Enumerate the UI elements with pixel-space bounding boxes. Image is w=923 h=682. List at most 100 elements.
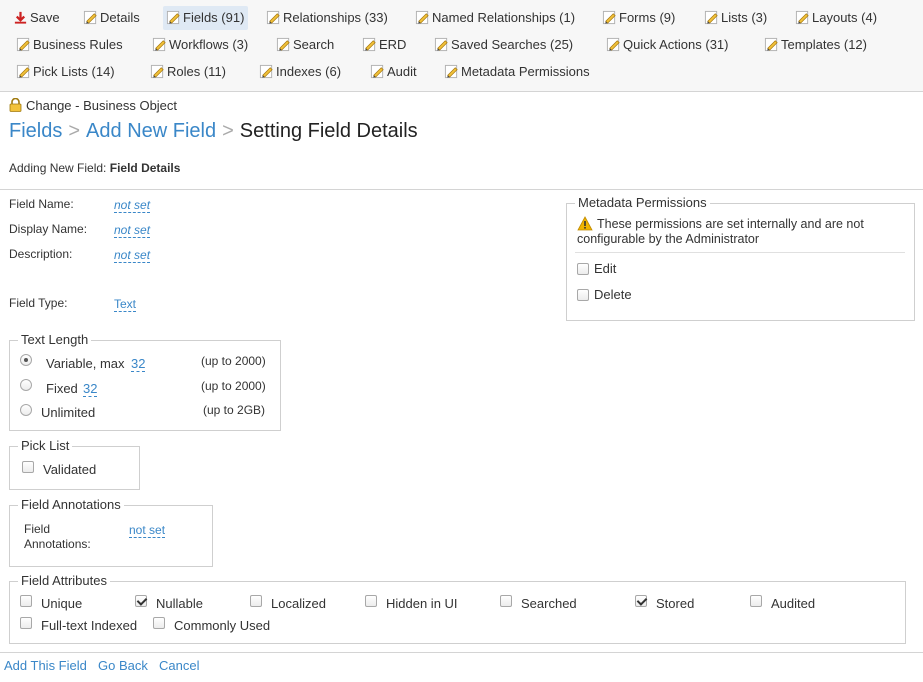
- metadata-permissions-tab[interactable]: Metadata Permissions: [441, 60, 594, 84]
- search-tab[interactable]: Search: [273, 33, 338, 57]
- variable-label: Variable, max: [46, 356, 125, 371]
- quick-actions-tab[interactable]: Quick Actions (31): [603, 33, 733, 57]
- breadcrumb-fields[interactable]: Fields: [9, 120, 62, 142]
- full-text-indexed-label: Full-text Indexed: [41, 618, 138, 633]
- full-text-indexed-checkbox[interactable]: [20, 617, 32, 629]
- workflows-label: Workflows (3): [169, 37, 249, 52]
- save-label: Save: [30, 10, 60, 25]
- pencil-icon: [444, 64, 459, 79]
- save-button[interactable]: Save: [10, 6, 64, 30]
- fields-tab[interactable]: Fields (91): [163, 6, 249, 30]
- field-name-value[interactable]: not set: [114, 198, 151, 213]
- roles-tab[interactable]: Roles (11): [147, 60, 230, 84]
- searched-checkbox[interactable]: [500, 595, 512, 607]
- templates-label: Templates (12): [781, 37, 867, 52]
- field-attributes-group: Field Attributes: [9, 573, 906, 644]
- pencil-icon: [370, 64, 385, 79]
- breadcrumb-separator: >: [222, 120, 234, 142]
- cancel-link[interactable]: Cancel: [159, 658, 199, 673]
- edit-permission-label: Edit: [594, 261, 617, 276]
- pencil-icon: [152, 37, 167, 52]
- templates-tab[interactable]: Templates (12): [761, 33, 871, 57]
- quick-actions-label: Quick Actions (31): [623, 37, 729, 52]
- variable-max-value[interactable]: 32: [131, 357, 146, 372]
- description-label: Description:: [9, 247, 73, 261]
- display-name-value[interactable]: not set: [114, 223, 151, 238]
- variable-hint: (up to 2000): [201, 354, 266, 368]
- field-annotations-group: Field Annotations: [9, 497, 213, 567]
- commonly-used-checkbox[interactable]: [153, 617, 165, 629]
- unlimited-radio[interactable]: [20, 404, 32, 416]
- pencil-icon: [434, 37, 449, 52]
- breadcrumb: Fields > Add New Field > Setting Field Detai…: [9, 118, 418, 144]
- fixed-radio[interactable]: [20, 379, 32, 391]
- object-label: Change - Business Object: [9, 98, 177, 113]
- saved-searches-tab[interactable]: Saved Searches (25): [431, 33, 577, 57]
- divider: [0, 189, 923, 190]
- stored-checkbox[interactable]: [635, 595, 647, 607]
- unique-checkbox[interactable]: [20, 595, 32, 607]
- lists-tab[interactable]: Lists (3): [701, 6, 771, 30]
- metadata-permissions-label: Metadata Permissions: [461, 64, 590, 79]
- metadata-divider: [575, 252, 905, 253]
- breadcrumb-current: Setting Field Details: [239, 120, 418, 142]
- edit-permission-checkbox[interactable]: [577, 263, 589, 275]
- nullable-checkbox[interactable]: [135, 595, 147, 607]
- field-type-value[interactable]: Text: [114, 297, 137, 312]
- pencil-icon: [276, 37, 291, 52]
- variable-radio[interactable]: [20, 354, 32, 366]
- toolbar: Save Details Fields (91) Relationships (…: [0, 0, 923, 92]
- lock-icon: [9, 98, 22, 112]
- delete-permission-checkbox[interactable]: [577, 289, 589, 301]
- pencil-icon: [259, 64, 274, 79]
- pencil-icon: [16, 64, 31, 79]
- field-name-label: Field Name:: [9, 197, 74, 211]
- fixed-hint: (up to 2000): [201, 379, 266, 393]
- go-back-link[interactable]: Go Back: [98, 658, 148, 673]
- pencil-icon: [266, 10, 281, 25]
- pencil-icon: [150, 64, 165, 79]
- field-annotations-legend: Field Annotations: [18, 497, 124, 513]
- delete-permission-label: Delete: [594, 287, 632, 302]
- named-relationships-tab[interactable]: Named Relationships (1): [412, 6, 579, 30]
- validated-label: Validated: [43, 462, 97, 477]
- business-rules-tab[interactable]: Business Rules: [13, 33, 127, 57]
- add-this-field-link[interactable]: Add This Field: [4, 658, 87, 673]
- fixed-label: Fixed: [46, 381, 78, 396]
- erd-tab[interactable]: ERD: [359, 33, 410, 57]
- breadcrumb-add-new-field[interactable]: Add New Field: [86, 120, 216, 142]
- searched-label: Searched: [521, 596, 577, 611]
- forms-tab[interactable]: Forms (9): [599, 6, 679, 30]
- description-value[interactable]: not set: [114, 248, 151, 263]
- layouts-label: Layouts (4): [812, 10, 878, 25]
- pick-lists-tab[interactable]: Pick Lists (14): [13, 60, 119, 84]
- breadcrumb-separator: >: [68, 120, 81, 142]
- business-rules-label: Business Rules: [33, 37, 123, 52]
- indexes-label: Indexes (6): [276, 64, 342, 79]
- warning-icon: [577, 216, 593, 231]
- object-label-text: Change - Business Object: [26, 98, 178, 113]
- pick-list-legend: Pick List: [18, 438, 73, 454]
- details-button[interactable]: Details: [80, 6, 144, 30]
- annotations-label-line2: Annotations:: [24, 537, 91, 551]
- hidden-in-ui-checkbox[interactable]: [365, 595, 377, 607]
- annotations-value[interactable]: not set: [129, 523, 166, 538]
- audit-tab[interactable]: Audit: [367, 60, 421, 84]
- audit-label: Audit: [387, 64, 417, 79]
- page-subtitle: Adding New Field: Field Details: [9, 161, 180, 175]
- relationships-tab[interactable]: Relationships (33): [263, 6, 392, 30]
- fixed-length-value[interactable]: 32: [83, 382, 98, 397]
- pencil-icon: [16, 37, 31, 52]
- unlimited-label: Unlimited: [41, 405, 96, 420]
- audited-checkbox[interactable]: [750, 595, 762, 607]
- pencil-icon: [83, 10, 98, 25]
- save-icon: [14, 11, 27, 24]
- validated-checkbox[interactable]: [22, 461, 34, 473]
- pencil-icon: [606, 37, 621, 52]
- workflows-tab[interactable]: Workflows (3): [149, 33, 252, 57]
- localized-checkbox[interactable]: [250, 595, 262, 607]
- pencil-icon: [415, 10, 430, 25]
- saved-searches-label: Saved Searches (25): [451, 37, 574, 52]
- indexes-tab[interactable]: Indexes (6): [256, 60, 345, 84]
- layouts-tab[interactable]: Layouts (4): [792, 6, 881, 30]
